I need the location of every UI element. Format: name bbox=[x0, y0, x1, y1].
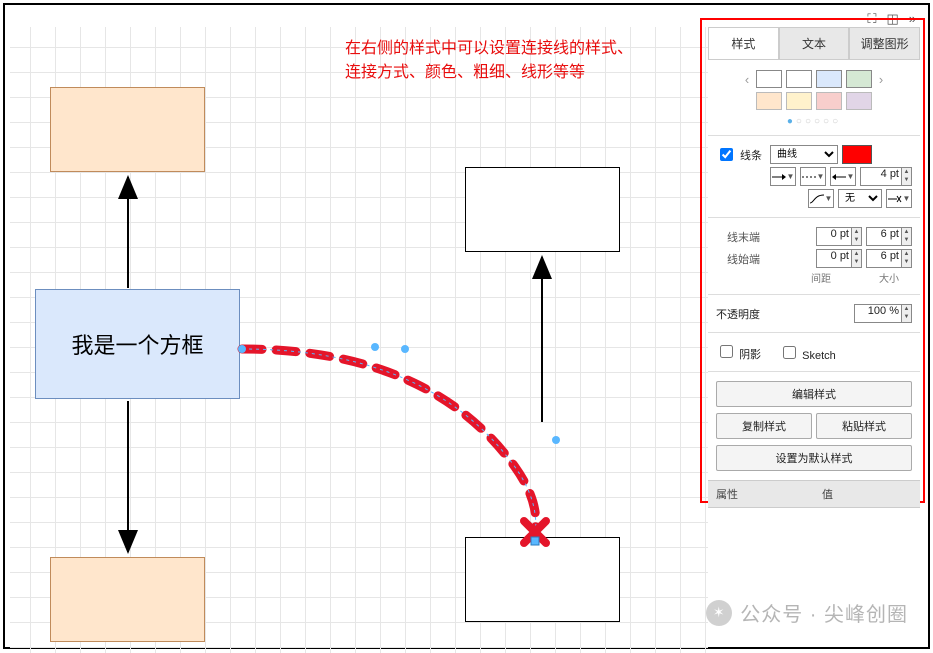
shadow-checkbox[interactable] bbox=[720, 345, 733, 358]
line-type-select[interactable]: 曲线 bbox=[770, 145, 838, 164]
sketch-checkbox[interactable] bbox=[783, 346, 796, 359]
format-panel: 样式 文本 调整图形 ‹ › ‹ › ●○○○○○ 线条 bbox=[708, 27, 920, 508]
wechat-icon: ✶ bbox=[706, 600, 732, 626]
start-gap-input[interactable]: 0 pt bbox=[816, 249, 852, 268]
swatch[interactable] bbox=[756, 70, 782, 88]
fullscreen-icon[interactable]: ⛶ bbox=[867, 11, 876, 27]
tab-style[interactable]: 样式 bbox=[708, 27, 779, 59]
line-color-swatch[interactable] bbox=[842, 145, 872, 164]
swatch[interactable] bbox=[816, 70, 842, 88]
start-gap-spinner[interactable]: ▲▼ bbox=[852, 249, 862, 268]
start-size-spinner[interactable]: ▲▼ bbox=[902, 249, 912, 268]
shape-bottom-white[interactable] bbox=[465, 537, 620, 622]
app-frame: ⛶ ◫ » 我是一个方框 bbox=[3, 3, 930, 649]
opacity-label: 不透明度 bbox=[716, 306, 760, 322]
line-start-label: 线始端 bbox=[716, 251, 760, 267]
swatch[interactable] bbox=[846, 70, 872, 88]
diagram-canvas[interactable]: 我是一个方框 bbox=[10, 27, 708, 653]
shape-top-white[interactable] bbox=[465, 167, 620, 252]
line-end-label: 线末端 bbox=[716, 229, 760, 245]
swatch-pager[interactable]: ●○○○○○ bbox=[708, 112, 920, 135]
properties-header[interactable]: 属性 值 bbox=[708, 480, 920, 508]
copy-style-button[interactable]: 复制样式 bbox=[716, 413, 812, 439]
swatch-row-2: ‹ › bbox=[708, 90, 920, 112]
swatch[interactable] bbox=[786, 92, 812, 110]
paste-style-button[interactable]: 粘贴样式 bbox=[816, 413, 912, 439]
col-gap-label: 间距 bbox=[798, 270, 844, 285]
arrow-end-select[interactable]: ▼ bbox=[830, 167, 856, 186]
waypoint-select[interactable]: 无 bbox=[838, 189, 882, 208]
panels-icon[interactable]: ◫ bbox=[886, 11, 898, 27]
watermark: ✶ 公众号 · 尖峰创圈 bbox=[706, 598, 908, 627]
opacity-spinner[interactable]: ▲▼ bbox=[902, 304, 912, 323]
shadow-label: 阴影 bbox=[739, 349, 761, 361]
swatch-row-1: ‹ › bbox=[708, 60, 920, 90]
tab-arrange[interactable]: 调整图形 bbox=[849, 27, 920, 59]
ends-section: 线末端 0 pt▲▼ 6 pt▲▼ 线始端 0 pt▲▼ 6 pt▲▼ 间距 大… bbox=[708, 217, 920, 294]
swatch-prev-icon[interactable]: ‹ bbox=[742, 72, 752, 87]
prop-attr-label: 属性 bbox=[708, 481, 814, 507]
panel-tabs: 样式 文本 调整图形 bbox=[708, 27, 920, 60]
col-size-label: 大小 bbox=[866, 270, 912, 285]
sketch-label: Sketch bbox=[802, 350, 836, 362]
swatch-next-icon[interactable]: › bbox=[876, 72, 886, 87]
opacity-section: 不透明度 100 %▲▼ bbox=[708, 294, 920, 332]
line-label: 线条 bbox=[740, 147, 766, 163]
line-end-marker-select[interactable]: ▼ bbox=[886, 189, 912, 208]
arrow-start-select[interactable]: ▼ bbox=[770, 167, 796, 186]
edit-style-button[interactable]: 编辑样式 bbox=[716, 381, 912, 407]
swatch[interactable] bbox=[816, 92, 842, 110]
swatch[interactable] bbox=[786, 70, 812, 88]
set-default-style-button[interactable]: 设置为默认样式 bbox=[716, 445, 912, 471]
swatch[interactable] bbox=[756, 92, 782, 110]
start-size-input[interactable]: 6 pt bbox=[866, 249, 902, 268]
line-dash-select[interactable]: ▼ bbox=[800, 167, 826, 186]
prop-val-label: 值 bbox=[814, 481, 920, 507]
end-size-spinner[interactable]: ▲▼ bbox=[902, 227, 912, 246]
line-width-input[interactable]: 4 pt bbox=[860, 167, 902, 186]
waypoint-style-select[interactable]: ▼ bbox=[808, 189, 834, 208]
line-width-spinner[interactable]: ▲▼ bbox=[902, 167, 912, 186]
end-gap-input[interactable]: 0 pt bbox=[816, 227, 852, 246]
shape-bottom-orange[interactable] bbox=[50, 557, 205, 642]
shape-blue-label: 我是一个方框 bbox=[36, 328, 239, 360]
annotation-text: 在右侧的样式中可以设置连接线的样式、 连接方式、颜色、粗细、线形等等 bbox=[345, 37, 665, 85]
line-section: 线条 曲线 ▼ ▼ ▼ 4 pt▲▼ ▼ 无 ▼ bbox=[708, 135, 920, 217]
effects-section: 阴影 Sketch bbox=[708, 332, 920, 371]
swatch[interactable] bbox=[846, 92, 872, 110]
end-gap-spinner[interactable]: ▲▼ bbox=[852, 227, 862, 246]
shape-top-orange[interactable] bbox=[50, 87, 205, 172]
style-buttons-section: 编辑样式 复制样式 粘贴样式 设置为默认样式 bbox=[708, 371, 920, 480]
opacity-input[interactable]: 100 % bbox=[854, 304, 902, 323]
line-checkbox[interactable] bbox=[720, 148, 733, 161]
collapse-icon[interactable]: » bbox=[909, 11, 916, 27]
tab-text[interactable]: 文本 bbox=[779, 27, 850, 59]
shape-blue-main[interactable]: 我是一个方框 bbox=[35, 289, 240, 399]
window-controls: ⛶ ◫ » bbox=[867, 11, 916, 27]
end-size-input[interactable]: 6 pt bbox=[866, 227, 902, 246]
